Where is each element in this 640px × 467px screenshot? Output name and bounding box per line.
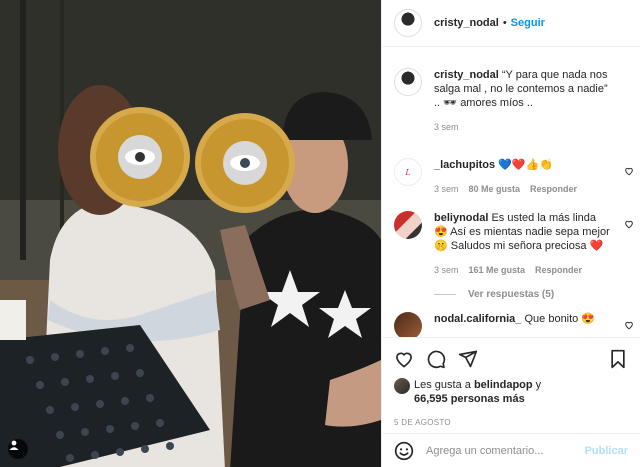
add-comment-bar: Publicar: [382, 433, 640, 467]
comments-list[interactable]: cristy_nodal “Y para que nada nos salga …: [382, 47, 640, 337]
publish-button[interactable]: Publicar: [585, 445, 628, 457]
share-icon[interactable]: [458, 349, 478, 369]
comment-time[interactable]: 3 sem: [434, 263, 459, 277]
post-actions: Les gusta a belindapop y 66,595 personas…: [382, 337, 640, 427]
reply-button[interactable]: Responder: [530, 182, 577, 196]
avatar[interactable]: [394, 378, 410, 394]
reply-button[interactable]: Responder: [535, 263, 582, 277]
avatar[interactable]: L: [394, 158, 422, 186]
heart-icon[interactable]: [624, 320, 634, 330]
heart-icon[interactable]: [394, 349, 414, 369]
view-replies-button[interactable]: Ver respuestas (5): [434, 289, 640, 300]
separator-dot: •: [502, 17, 507, 29]
post-panel: cristy_nodal • Seguir cristy_nodal “Y pa…: [381, 0, 640, 467]
caption-comment: cristy_nodal “Y para que nada nos salga …: [382, 68, 640, 134]
comment-username[interactable]: nodal.california_: [434, 313, 521, 325]
post-photo[interactable]: [0, 0, 381, 467]
post-header: cristy_nodal • Seguir: [382, 0, 640, 47]
comment-icon[interactable]: [426, 349, 446, 369]
comment-time[interactable]: 3 sem: [434, 182, 459, 196]
heart-icon[interactable]: [624, 166, 634, 176]
avatar[interactable]: [394, 211, 422, 239]
post-date[interactable]: 5 DE AGOSTO: [394, 418, 628, 427]
avatar[interactable]: [394, 68, 422, 96]
smile-icon[interactable]: [394, 441, 414, 461]
likes-summary: Les gusta a belindapop y 66,595 personas…: [394, 378, 628, 406]
comment-item: beliynodal Es usted la más linda 😍 Así e…: [382, 211, 640, 277]
avatar[interactable]: [394, 312, 422, 337]
comment-likes[interactable]: 161 Me gusta: [469, 263, 526, 277]
likes-count[interactable]: 66,595 personas más: [414, 393, 525, 405]
heart-icon[interactable]: [624, 219, 634, 229]
comment-time[interactable]: 3 sem: [434, 120, 459, 134]
action-icons: [394, 348, 628, 370]
author-username[interactable]: cristy_nodal: [434, 17, 499, 29]
comment-item: L _lachupitos 💙❤️👍👏 3 sem 80 Me gusta Re…: [382, 158, 640, 196]
author-avatar[interactable]: [394, 9, 422, 37]
comment-input[interactable]: [426, 444, 585, 457]
bookmark-icon[interactable]: [608, 349, 628, 369]
comment-username[interactable]: _lachupitos: [434, 159, 495, 171]
photo-illustration: [0, 0, 381, 467]
liker-username[interactable]: belindapop: [474, 379, 533, 391]
comment-text: Que bonito 😍: [524, 313, 596, 325]
likes-suffix: y: [532, 379, 542, 391]
view-replies-label: Ver respuestas (5): [468, 289, 555, 300]
comment-likes[interactable]: 80 Me gusta: [469, 182, 521, 196]
likes-prefix: Les gusta a: [414, 379, 474, 391]
comment-text: 💙❤️👍👏: [498, 159, 553, 171]
user-tag-icon[interactable]: [8, 439, 28, 459]
comment-item: nodal.california_ Que bonito 😍: [382, 312, 640, 337]
comment-username[interactable]: beliynodal: [434, 212, 488, 224]
divider: [434, 294, 456, 295]
follow-button[interactable]: Seguir: [511, 17, 545, 29]
comment-username[interactable]: cristy_nodal: [434, 69, 499, 81]
